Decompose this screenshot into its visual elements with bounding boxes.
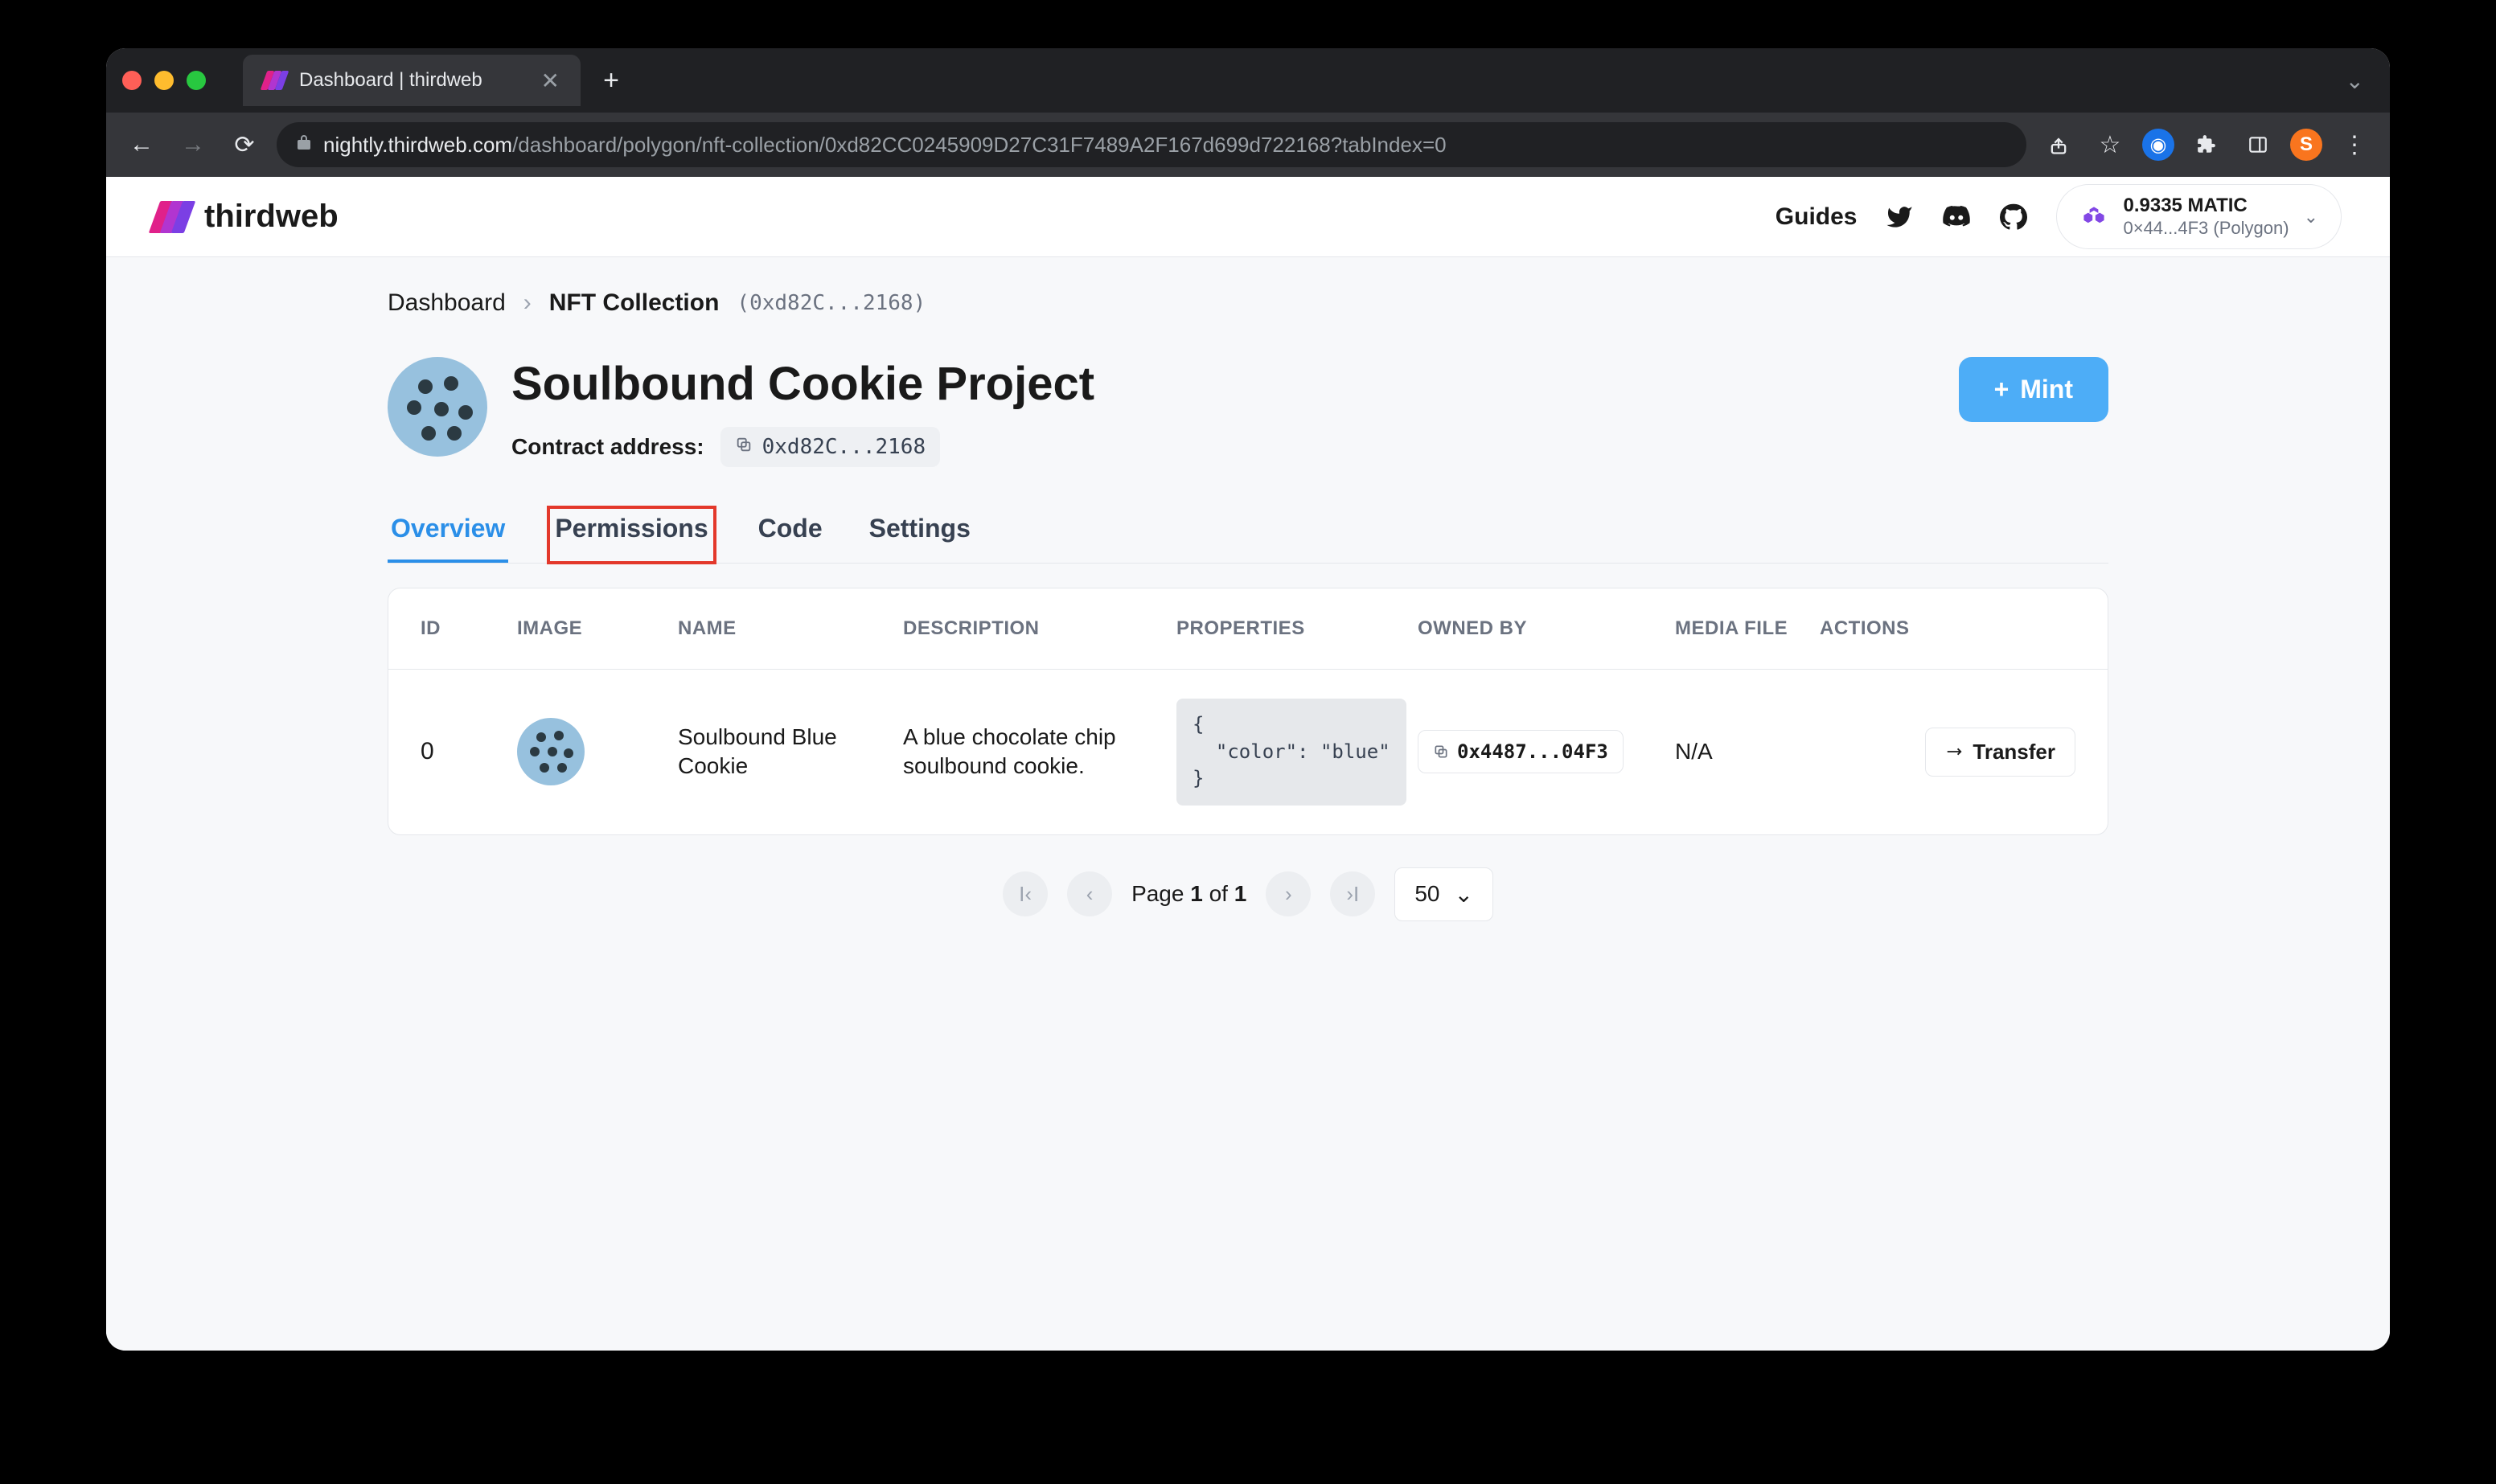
browser-toolbar: ← → ⟳ nightly.thirdweb.com/dashboard/pol… [106, 113, 2390, 177]
wallet-button[interactable]: 0.9335 MATIC 0×44...4F3 (Polygon) ⌄ [2056, 184, 2342, 249]
column-header: DESCRIPTION [903, 617, 1176, 640]
page-next-button[interactable]: › [1266, 871, 1311, 916]
breadcrumb-separator-icon: › [523, 289, 532, 317]
page-size-value: 50 [1414, 881, 1439, 907]
cell-id: 0 [421, 738, 517, 765]
cell-actions: Transfer [1820, 728, 2075, 777]
mint-button[interactable]: + Mint [1959, 357, 2108, 422]
column-header: MEDIA FILE [1675, 617, 1820, 640]
header-right: Guides 0.9335 MATIC 0×44...4F3 (Po [1776, 184, 2342, 249]
nft-thumbnail [517, 718, 585, 785]
column-header: OWNED BY [1418, 617, 1675, 640]
breadcrumb-address: (0xd82C...2168) [737, 291, 926, 315]
page-last-button[interactable]: ›I [1330, 871, 1375, 916]
contract-address-row: Contract address: 0xd82C...2168 [511, 427, 1935, 467]
tab-close-button[interactable]: ✕ [541, 68, 560, 94]
project-image [388, 357, 487, 457]
plus-icon: + [1994, 375, 2010, 404]
tabs-overflow-button[interactable]: ⌄ [2336, 68, 2374, 94]
cell-name: Soulbound Blue Cookie [678, 723, 903, 781]
page-first-button[interactable]: I‹ [1003, 871, 1048, 916]
logo-mark-icon [154, 201, 193, 233]
copy-icon [735, 435, 753, 459]
browser-window: Dashboard | thirdweb ✕ + ⌄ ← → ⟳ nightly… [106, 48, 2390, 1351]
tab-favicon [264, 69, 286, 92]
cell-media: N/A [1675, 739, 1820, 765]
column-header: ID [421, 617, 517, 640]
guides-link[interactable]: Guides [1776, 203, 1858, 231]
browser-tabbar: Dashboard | thirdweb ✕ + ⌄ [106, 48, 2390, 113]
new-tab-button[interactable]: + [593, 63, 629, 98]
window-zoom-button[interactable] [187, 71, 206, 90]
wallet-info: 0.9335 MATIC 0×44...4F3 (Polygon) [2123, 195, 2289, 239]
extension-icon[interactable]: ◉ [2142, 129, 2174, 161]
column-header: IMAGE [517, 617, 678, 640]
polygon-chain-icon [2079, 203, 2108, 232]
table-body: 0 Soulbound Blue CookieA blue chocolate c… [388, 670, 2108, 834]
column-header: NAME [678, 617, 903, 640]
window-controls [122, 71, 206, 90]
twitter-icon[interactable] [1886, 203, 1913, 231]
cell-image [517, 718, 678, 785]
cell-description: A blue chocolate chip soulbound cookie. [903, 723, 1176, 781]
main-content: Dashboard › NFT Collection (0xd82C...216… [339, 257, 2157, 986]
window-minimize-button[interactable] [154, 71, 174, 90]
lock-icon [296, 133, 312, 156]
pagination: I‹ ‹ Page 1 of 1 › ›I 50 ⌄ [388, 835, 2108, 953]
breadcrumb-current: NFT Collection [549, 289, 720, 317]
table-header: IDIMAGENAMEDESCRIPTIONPROPERTIESOWNED BY… [388, 588, 2108, 670]
tab-code[interactable]: Code [755, 507, 826, 563]
url-text: nightly.thirdweb.com/dashboard/polygon/n… [323, 133, 1447, 158]
browser-menu-button[interactable]: ⋮ [2335, 125, 2374, 164]
page-indicator: Page 1 of 1 [1131, 881, 1246, 907]
breadcrumb-root[interactable]: Dashboard [388, 289, 506, 317]
share-button[interactable] [2039, 125, 2078, 164]
profile-avatar[interactable]: S [2290, 129, 2322, 161]
nft-table-card: IDIMAGENAMEDESCRIPTIONPROPERTIESOWNED BY… [388, 588, 2108, 835]
contract-address-value: 0xd82C...2168 [762, 435, 926, 459]
app-header: thirdweb Guides 0 [106, 177, 2390, 257]
chevron-down-icon: ⌄ [2304, 207, 2318, 228]
sidepanel-button[interactable] [2239, 125, 2277, 164]
github-icon[interactable] [2000, 203, 2027, 231]
page-prev-button[interactable]: ‹ [1067, 871, 1112, 916]
page-size-select[interactable]: 50 ⌄ [1394, 867, 1493, 921]
contract-address-label: Contract address: [511, 434, 704, 460]
extensions-button[interactable] [2187, 125, 2226, 164]
window-close-button[interactable] [122, 71, 142, 90]
tabs: Overview Permissions Code Settings [388, 507, 2108, 564]
properties-code: { "color": "blue" } [1176, 699, 1406, 806]
browser-tab[interactable]: Dashboard | thirdweb ✕ [243, 55, 581, 106]
nav-reload-button[interactable]: ⟳ [225, 125, 264, 164]
tab-title: Dashboard | thirdweb [299, 69, 528, 92]
nav-forward-button[interactable]: → [174, 125, 212, 164]
brand-name: thirdweb [204, 199, 339, 235]
page-title: Soulbound Cookie Project [511, 357, 1935, 411]
cell-owned-by: 0x4487...04F3 [1418, 730, 1675, 773]
cell-properties: { "color": "blue" } [1176, 699, 1418, 806]
address-bar[interactable]: nightly.thirdweb.com/dashboard/polygon/n… [277, 122, 2026, 167]
tab-settings[interactable]: Settings [866, 507, 974, 563]
table-row: 0 Soulbound Blue CookieA blue chocolate c… [388, 670, 2108, 834]
tab-overview[interactable]: Overview [388, 507, 508, 563]
mint-button-label: Mint [2020, 375, 2073, 404]
wallet-address: 0×44...4F3 (Polygon) [2123, 218, 2289, 239]
tab-permissions[interactable]: Permissions [548, 507, 714, 563]
breadcrumb: Dashboard › NFT Collection (0xd82C...216… [388, 289, 2108, 317]
transfer-button[interactable]: Transfer [1925, 728, 2075, 777]
brand-logo[interactable]: thirdweb [154, 199, 339, 235]
chevron-down-icon: ⌄ [1454, 881, 1472, 908]
column-header: ACTIONS [1820, 617, 2075, 640]
project-header: Soulbound Cookie Project Contract addres… [388, 357, 2108, 467]
nav-back-button[interactable]: ← [122, 125, 161, 164]
bookmark-button[interactable]: ☆ [2091, 125, 2129, 164]
owner-address-chip[interactable]: 0x4487...04F3 [1418, 730, 1624, 773]
contract-address-chip[interactable]: 0xd82C...2168 [720, 427, 941, 467]
discord-icon[interactable] [1942, 203, 1971, 232]
column-header: PROPERTIES [1176, 617, 1418, 640]
wallet-balance: 0.9335 MATIC [2123, 195, 2289, 218]
page-content: thirdweb Guides 0 [106, 177, 2390, 1351]
